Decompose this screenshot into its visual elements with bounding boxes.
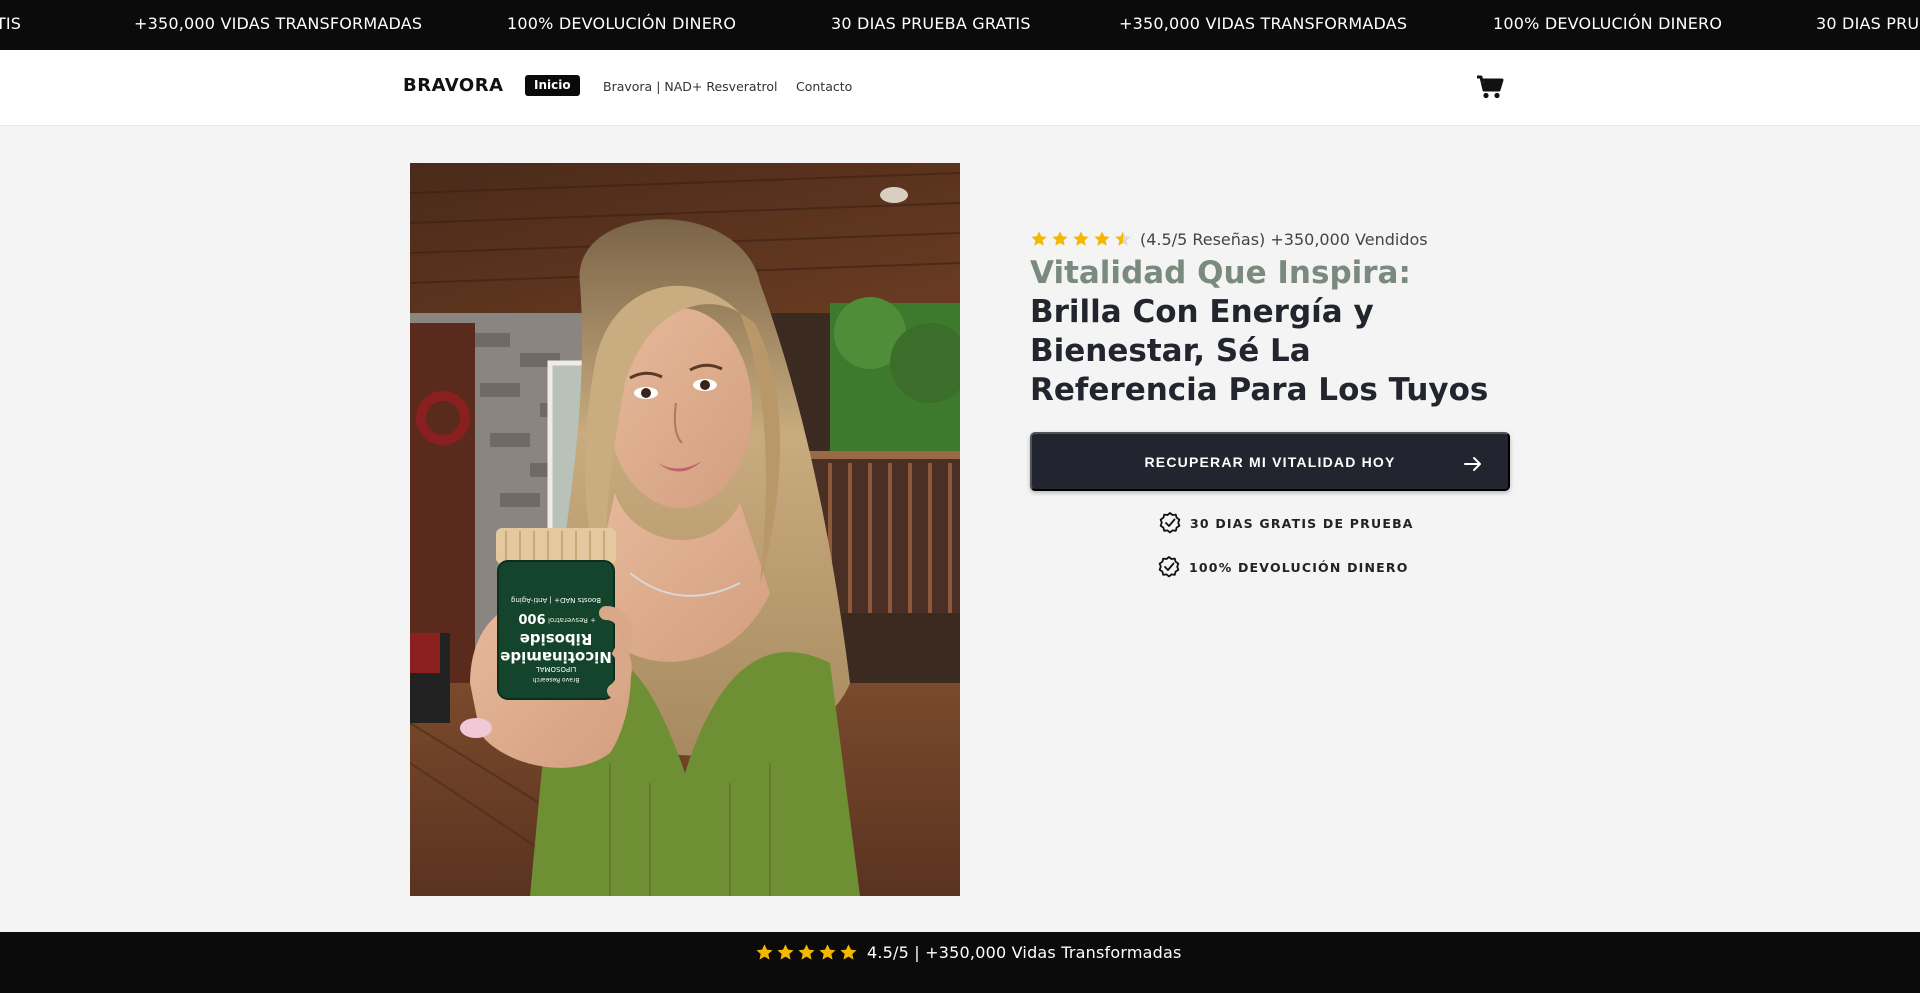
- announcement-item: 100% DEVOLUCIÓN DINERO: [507, 14, 737, 33]
- brand-logo[interactable]: BRAVORA: [403, 75, 504, 96]
- woman-with-supplement-illustration: Bravo Research LIPOSOMAL Nicotinamide Ri…: [410, 163, 960, 896]
- perk-free-trial: 30 DIAS GRATIS DE PRUEBA: [1158, 511, 1414, 535]
- jar-dose-text: 900: [518, 610, 545, 625]
- jar-line3-text: Riboside: [520, 630, 593, 648]
- announcement-item: 30 DIAS PRUEBA GRATIS: [1816, 14, 1920, 33]
- hero-product-image: Bravo Research LIPOSOMAL Nicotinamide Ri…: [410, 163, 960, 896]
- nav-item-product[interactable]: Bravora | NAD+ Resveratrol: [603, 79, 777, 94]
- verified-badge-icon: [1158, 556, 1180, 578]
- verified-badge-icon: [1159, 512, 1181, 534]
- site-header: BRAVORA Inicio Bravora | NAD+ Resveratro…: [0, 50, 1920, 126]
- arrow-right-icon: [1464, 457, 1481, 471]
- headline-rest: Brilla Con Energía y Bienestar, Sé La Re…: [1030, 294, 1489, 408]
- nav-item-contacto[interactable]: Contacto: [796, 79, 852, 94]
- star-icon: [1052, 231, 1068, 246]
- rating-stars: [1030, 230, 1132, 248]
- star-icon: [798, 943, 815, 960]
- rating-row: (4.5/5 Reseñas) +350,000 Vendidos: [1030, 228, 1428, 250]
- announcement-item: +350,000 VIDAS TRANSFORMADAS: [134, 14, 423, 33]
- announcement-item: 30 DIAS PRUEBA GRATIS: [831, 14, 1031, 33]
- star-icon: [1073, 231, 1089, 246]
- perk-money-back: 100% DEVOLUCIÓN DINERO: [1157, 555, 1409, 579]
- jar-line5-text: Boosts NAD+ | Anti-Aging: [511, 596, 601, 604]
- announcement-item: ATIS: [0, 14, 22, 33]
- cta-label: RECUPERAR MI VITALIDAD HOY: [1144, 453, 1396, 470]
- bottom-rating-inner: 4.5/5 | +350,000 Vidas Transformadas: [755, 941, 1182, 963]
- star-icon: [1094, 231, 1110, 246]
- jar-line4-text: + Resveratrol: [548, 616, 596, 624]
- perk-label: 100% DEVOLUCIÓN DINERO: [1189, 559, 1409, 575]
- bottom-rating-stars: [755, 943, 858, 962]
- star-icon: [1115, 231, 1131, 246]
- announcement-bar: ATIS +350,000 VIDAS TRANSFORMADAS 100% D…: [0, 0, 1920, 50]
- star-icon: [777, 943, 794, 960]
- recover-vitality-button[interactable]: RECUPERAR MI VITALIDAD HOY: [1030, 432, 1510, 491]
- nav-item-inicio[interactable]: Inicio: [525, 75, 580, 96]
- jar-line2-text: Nicotinamide: [500, 648, 612, 666]
- jar-brand-text: Bravo Research: [532, 676, 579, 683]
- perk-label: 30 DIAS GRATIS DE PRUEBA: [1190, 515, 1414, 531]
- announcement-item: 100% DEVOLUCIÓN DINERO: [1493, 14, 1723, 33]
- star-icon: [819, 943, 836, 960]
- star-icon: [756, 943, 773, 960]
- product-headline: Vitalidad Que Inspira: Brilla Con Energí…: [1030, 254, 1500, 410]
- bottom-rating-text: 4.5/5 | +350,000 Vidas Transformadas: [867, 942, 1182, 962]
- headline-accent: Vitalidad Que Inspira:: [1030, 255, 1411, 291]
- star-icon: [1031, 231, 1047, 246]
- cart-icon[interactable]: [1476, 74, 1504, 100]
- announcement-track: ATIS +350,000 VIDAS TRANSFORMADAS 100% D…: [0, 0, 1920, 50]
- announcement-item: +350,000 VIDAS TRANSFORMADAS: [1119, 14, 1408, 33]
- star-icon: [840, 943, 857, 960]
- bottom-rating-bar: 4.5/5 | +350,000 Vidas Transformadas: [0, 932, 1920, 993]
- rating-text: (4.5/5 Reseñas) +350,000 Vendidos: [1140, 229, 1428, 249]
